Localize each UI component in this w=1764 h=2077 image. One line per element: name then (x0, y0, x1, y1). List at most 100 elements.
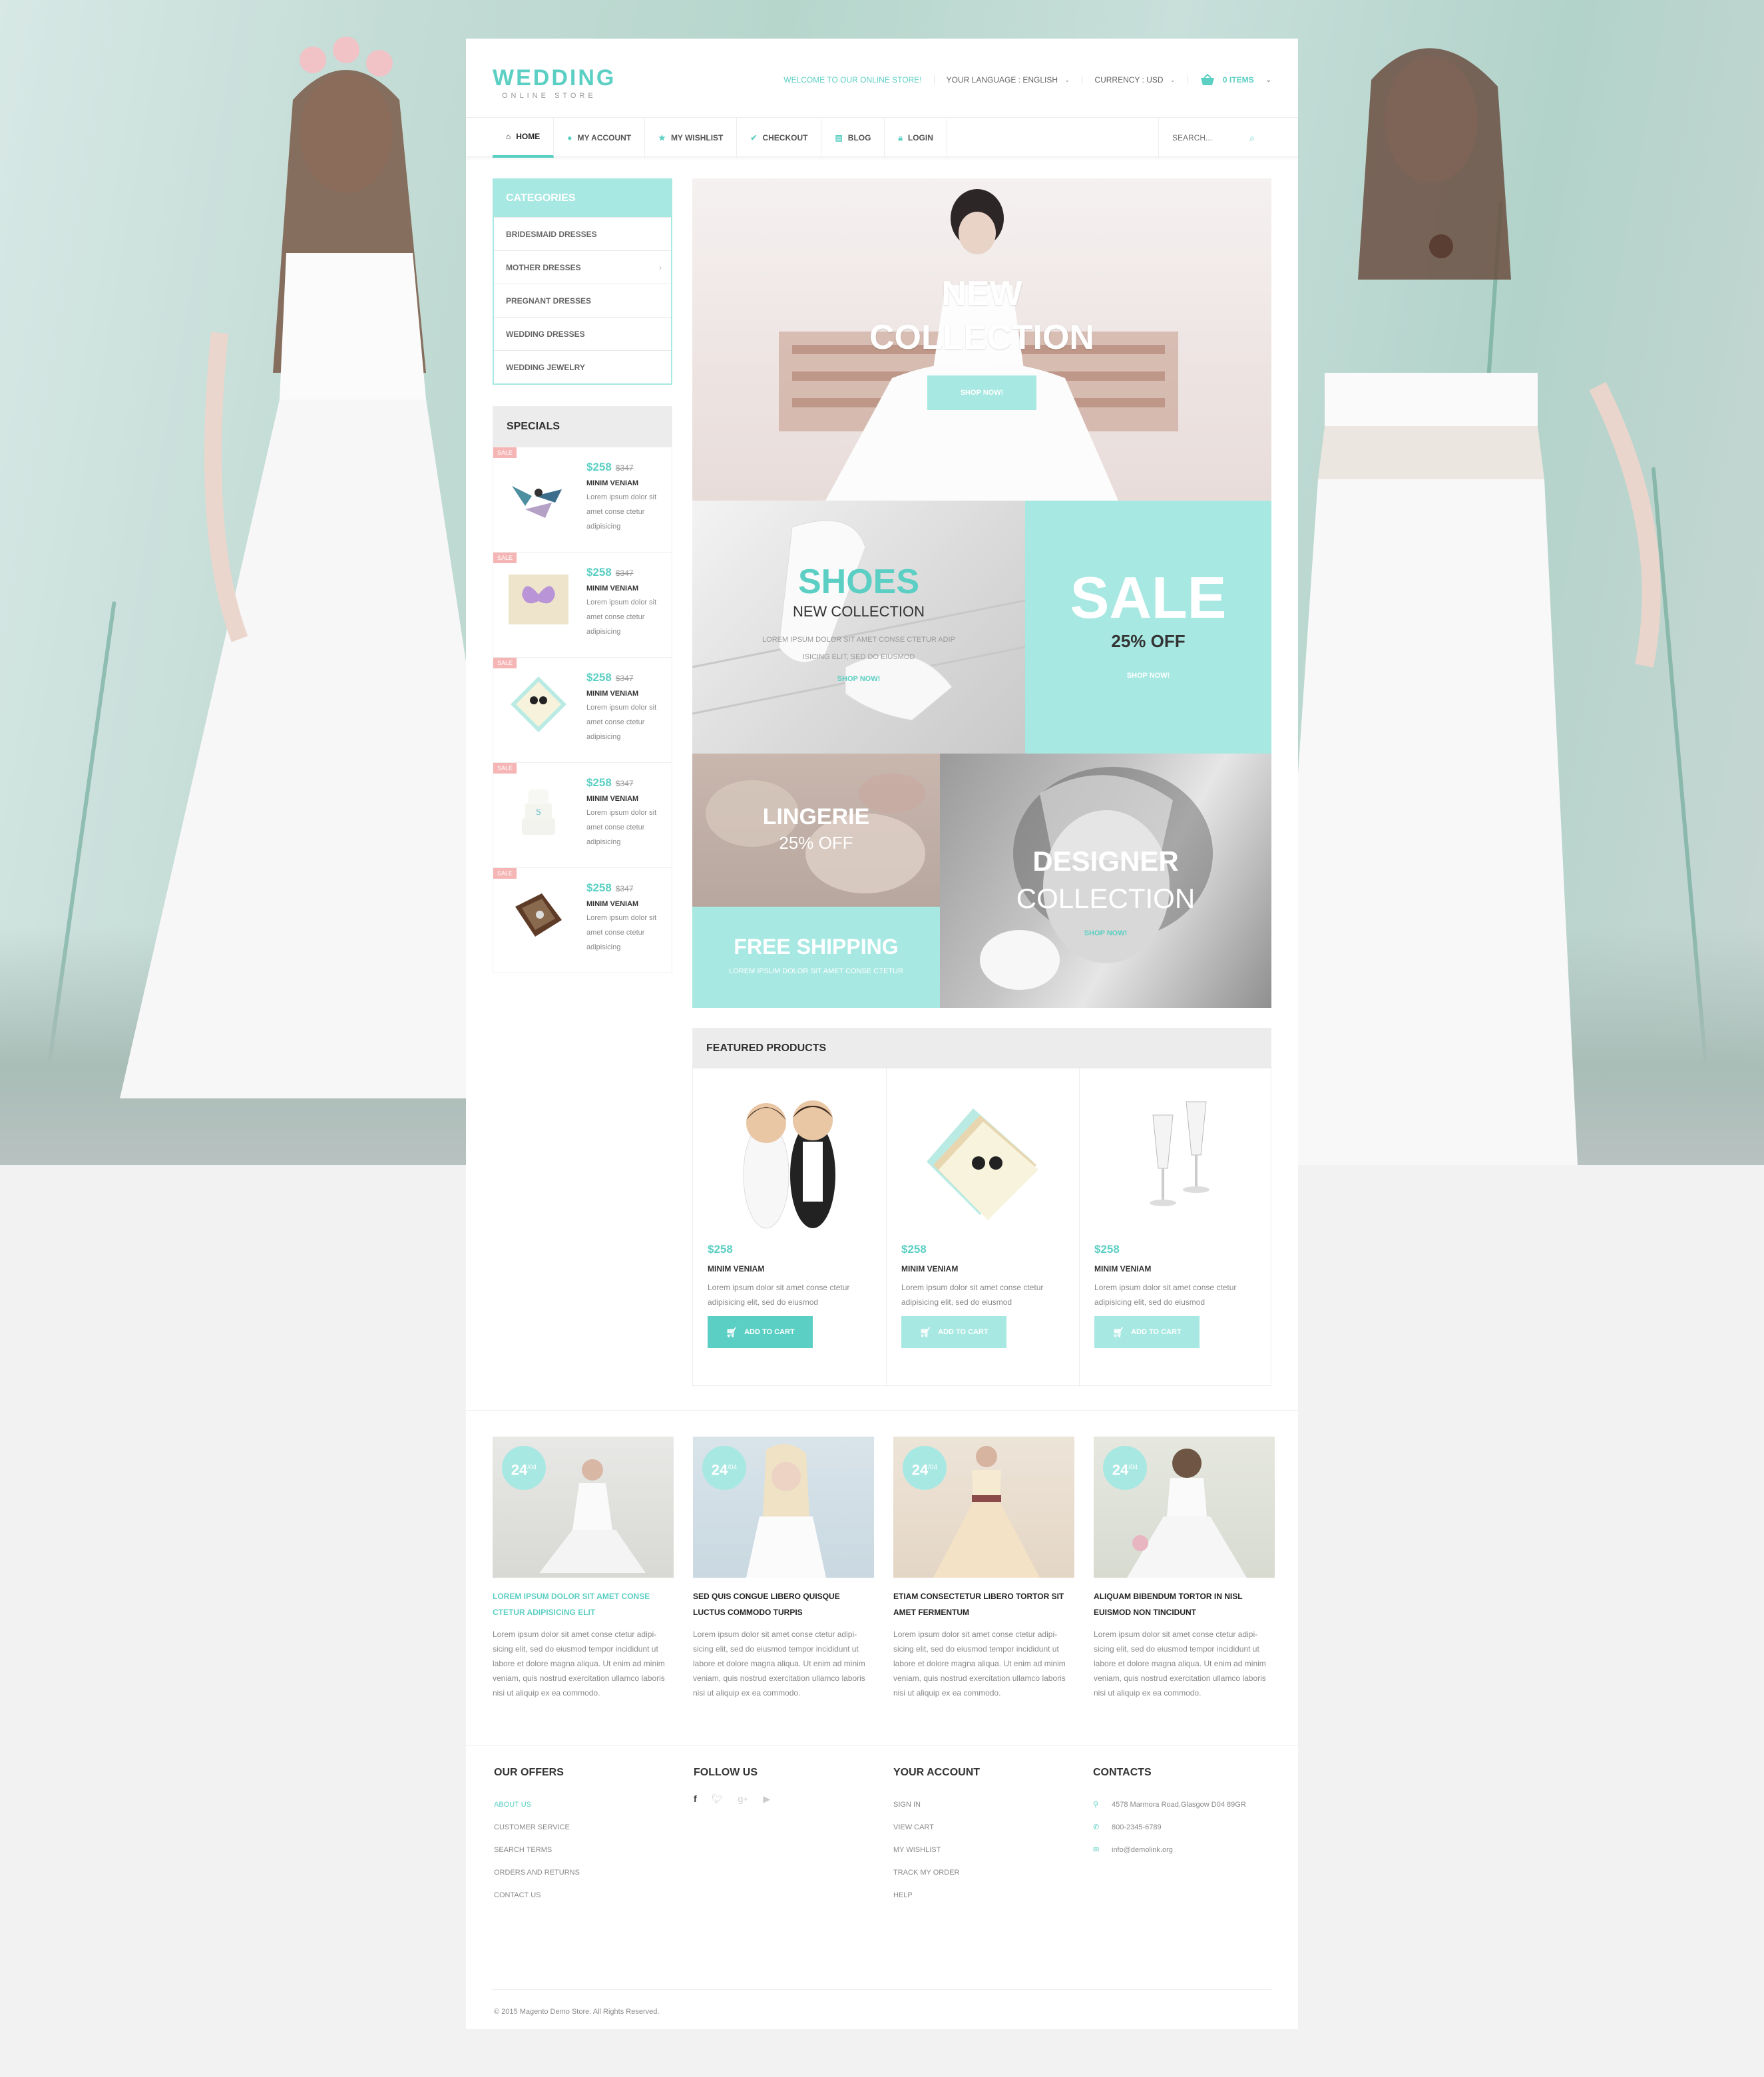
blog-image[interactable]: 24/04 (893, 1437, 1074, 1578)
category-item[interactable]: BRIDESMAID DRESSES (494, 217, 671, 250)
nav-checkout[interactable]: ✔ CHECKOUT (737, 118, 822, 158)
footer-heading: CONTACTS (1093, 1767, 1152, 1778)
lingerie-subtitle: 25% OFF (779, 833, 853, 853)
footer-link[interactable]: TRACK MY ORDER (893, 1861, 1080, 1884)
categories-title: CATEGORIES (494, 180, 671, 217)
search-input[interactable] (1172, 133, 1245, 142)
category-item[interactable]: WEDDING JEWELRY (494, 350, 671, 383)
language-selector[interactable]: YOUR LANGUAGE : ENGLISH ⌄ (935, 75, 1083, 85)
blog-image[interactable]: 24/04 (693, 1437, 874, 1578)
blog-title[interactable]: SED QUIS CONGUE LIBERO QUISQUE LUCTUS CO… (693, 1588, 874, 1620)
special-old-price: $347 (615, 779, 634, 788)
special-item[interactable]: SALE $258 $347 MINIM VENIAM Lorem ipsum d… (493, 552, 672, 657)
blog-title[interactable]: ALIQUAM BIBENDUM TORTOR IN NISL EUISMOD … (1094, 1588, 1275, 1620)
footer-offers: OUR OFFERS ABOUT US CUSTOMER SERVICE SEA… (494, 1767, 680, 1907)
nav-my-wishlist[interactable]: ★ MY WISHLIST (645, 118, 738, 158)
shop-now-link[interactable]: SHOP NOW! (1127, 672, 1170, 680)
divider (466, 1410, 1298, 1411)
footer-link[interactable]: SIGN IN (893, 1793, 1080, 1816)
shop-now-button[interactable]: SHOP NOW! (927, 375, 1037, 410)
google-plus-icon[interactable]: g+ (738, 1793, 748, 1805)
banner-lingerie[interactable]: LINGERIE 25% OFF (692, 754, 940, 907)
nav-home[interactable]: ⌂ HOME (493, 118, 554, 158)
special-price: $258 (586, 671, 612, 684)
footer-link[interactable]: ORDERS AND RETURNS (494, 1861, 680, 1884)
product-desc: Lorem ipsum dolor sit amet conse ctetur … (1094, 1283, 1237, 1307)
banner-new-collection[interactable]: NEW COLLECTION SHOP NOW! (692, 178, 1271, 501)
nav-blog[interactable]: ▤ BLOG (821, 118, 885, 158)
banner-shoes[interactable]: SHOES NEW COLLECTION LOREM IPSUM DOLOR S… (692, 501, 1025, 754)
blog-date-badge: 24/04 (502, 1446, 546, 1490)
blog-image[interactable]: 24/04 (1094, 1437, 1275, 1578)
category-item[interactable]: MOTHER DRESSES › (494, 250, 671, 284)
special-name[interactable]: MINIM VENIAM (586, 690, 660, 698)
special-price: $258 (586, 566, 612, 578)
lingerie-title: LINGERIE (762, 804, 870, 829)
special-name[interactable]: MINIM VENIAM (586, 584, 660, 592)
shoes-title: SHOES (797, 563, 920, 601)
category-item[interactable]: PREGNANT DRESSES (494, 284, 671, 317)
special-item[interactable]: SALE $258 $347 MINIM VENIAM Lorem ipsum d… (493, 447, 672, 552)
product-image[interactable]: S (505, 775, 572, 841)
address-text: 4578 Marmora Road,Glasgow D04 89GR (1112, 1801, 1246, 1809)
blog-image[interactable]: 24/04 (493, 1437, 674, 1578)
logo[interactable]: WEDDING ONLINE STORE (493, 67, 616, 100)
blog-title[interactable]: LOREM IPSUM DOLOR SIT AMET CONSE CTETUR … (493, 1588, 674, 1620)
footer-link[interactable]: HELP (893, 1884, 1080, 1907)
special-name[interactable]: MINIM VENIAM (586, 479, 660, 487)
product-image[interactable] (505, 880, 572, 947)
envelope-icon: ✉ (1093, 1846, 1100, 1854)
blog-title[interactable]: ETIAM CONSECTETUR LIBERO TORTOR SIT AMET… (893, 1588, 1074, 1620)
currency-selector[interactable]: CURRENCY : USD ⌄ (1082, 75, 1188, 85)
footer-heading: FOLLOW US (694, 1767, 758, 1778)
product-image[interactable] (913, 1088, 1053, 1235)
facebook-icon[interactable]: f (694, 1793, 697, 1805)
search-icon[interactable]: ⌕ (1249, 132, 1255, 144)
blog-month: /04 (728, 1464, 738, 1471)
basket-icon: 🛒︎ (919, 1326, 932, 1337)
shop-now-link[interactable]: SHOP NOW! (1084, 929, 1128, 937)
footer-link[interactable]: CUSTOMER SERVICE (494, 1816, 680, 1839)
contact-phone[interactable]: ✆ 800-2345-6789 (1093, 1816, 1279, 1839)
footer-link[interactable]: ABOUT US (494, 1793, 680, 1816)
footer-link[interactable]: CONTACT US (494, 1884, 680, 1907)
banner-free-shipping[interactable]: FREE SHIPPING LOREM IPSUM DOLOR SIT AMET… (692, 907, 940, 1008)
special-item[interactable]: S SALE $258 $347 MINIM VENIAM Lorem ipsum… (493, 762, 672, 867)
product-name[interactable]: MINIM VENIAM (708, 1264, 764, 1273)
chevron-down-icon: ⌄ (1265, 76, 1271, 84)
cart-button[interactable]: 0 ITEMS ⌄ (1188, 74, 1271, 86)
add-to-cart-button[interactable]: 🛒︎ ADD TO CART (1094, 1316, 1200, 1348)
youtube-icon[interactable]: ▶ (763, 1793, 770, 1805)
shop-now-link[interactable]: SHOP NOW! (837, 675, 881, 683)
bride-left-image (120, 37, 469, 1098)
banner-designer-collection[interactable]: DESIGNER COLLECTION SHOP NOW! (940, 754, 1271, 1008)
footer-follow: FOLLOW US f 🐦︎ g+ ▶ (694, 1767, 880, 1805)
contact-address: ⚲ 4578 Marmora Road,Glasgow D04 89GR (1093, 1793, 1279, 1816)
twitter-icon[interactable]: 🐦︎ (712, 1793, 724, 1805)
home-icon: ⌂ (506, 132, 511, 141)
add-to-cart-button[interactable]: 🛒︎ ADD TO CART (901, 1316, 1006, 1348)
product-image[interactable] (505, 670, 572, 736)
footer-link[interactable]: MY WISHLIST (893, 1839, 1080, 1861)
star-icon: ★ (658, 133, 666, 142)
footer-link[interactable]: VIEW CART (893, 1816, 1080, 1839)
product-image[interactable] (1106, 1088, 1246, 1235)
special-name[interactable]: MINIM VENIAM (586, 795, 660, 803)
special-item[interactable]: SALE $258 $347 MINIM VENIAM Lorem ipsum d… (493, 867, 672, 973)
nav-login[interactable]: 🔒︎ LOGIN (885, 118, 947, 158)
product-image[interactable] (720, 1088, 859, 1235)
special-name[interactable]: MINIM VENIAM (586, 900, 660, 908)
product-name[interactable]: MINIM VENIAM (1094, 1264, 1151, 1273)
product-name[interactable]: MINIM VENIAM (901, 1264, 958, 1273)
special-item[interactable]: SALE $258 $347 MINIM VENIAM Lorem ipsum d… (493, 657, 672, 762)
add-to-cart-button[interactable]: 🛒︎ ADD TO CART (708, 1316, 813, 1348)
contact-email[interactable]: ✉ info@demolink.org (1093, 1839, 1279, 1861)
banner-sale[interactable]: SALE 25% OFF SHOP NOW! (1025, 501, 1271, 754)
main-nav: ⌂ HOME ● MY ACCOUNT ★ MY WISHLIST ✔ CHECKOUT… (466, 117, 1298, 158)
footer-link[interactable]: SEARCH TERMS (494, 1839, 680, 1861)
category-item[interactable]: WEDDING DRESSES (494, 317, 671, 350)
nav-my-account[interactable]: ● MY ACCOUNT (554, 118, 646, 158)
product-image[interactable] (505, 565, 572, 631)
product-image[interactable] (505, 459, 572, 526)
sale-badge: SALE (493, 868, 517, 879)
